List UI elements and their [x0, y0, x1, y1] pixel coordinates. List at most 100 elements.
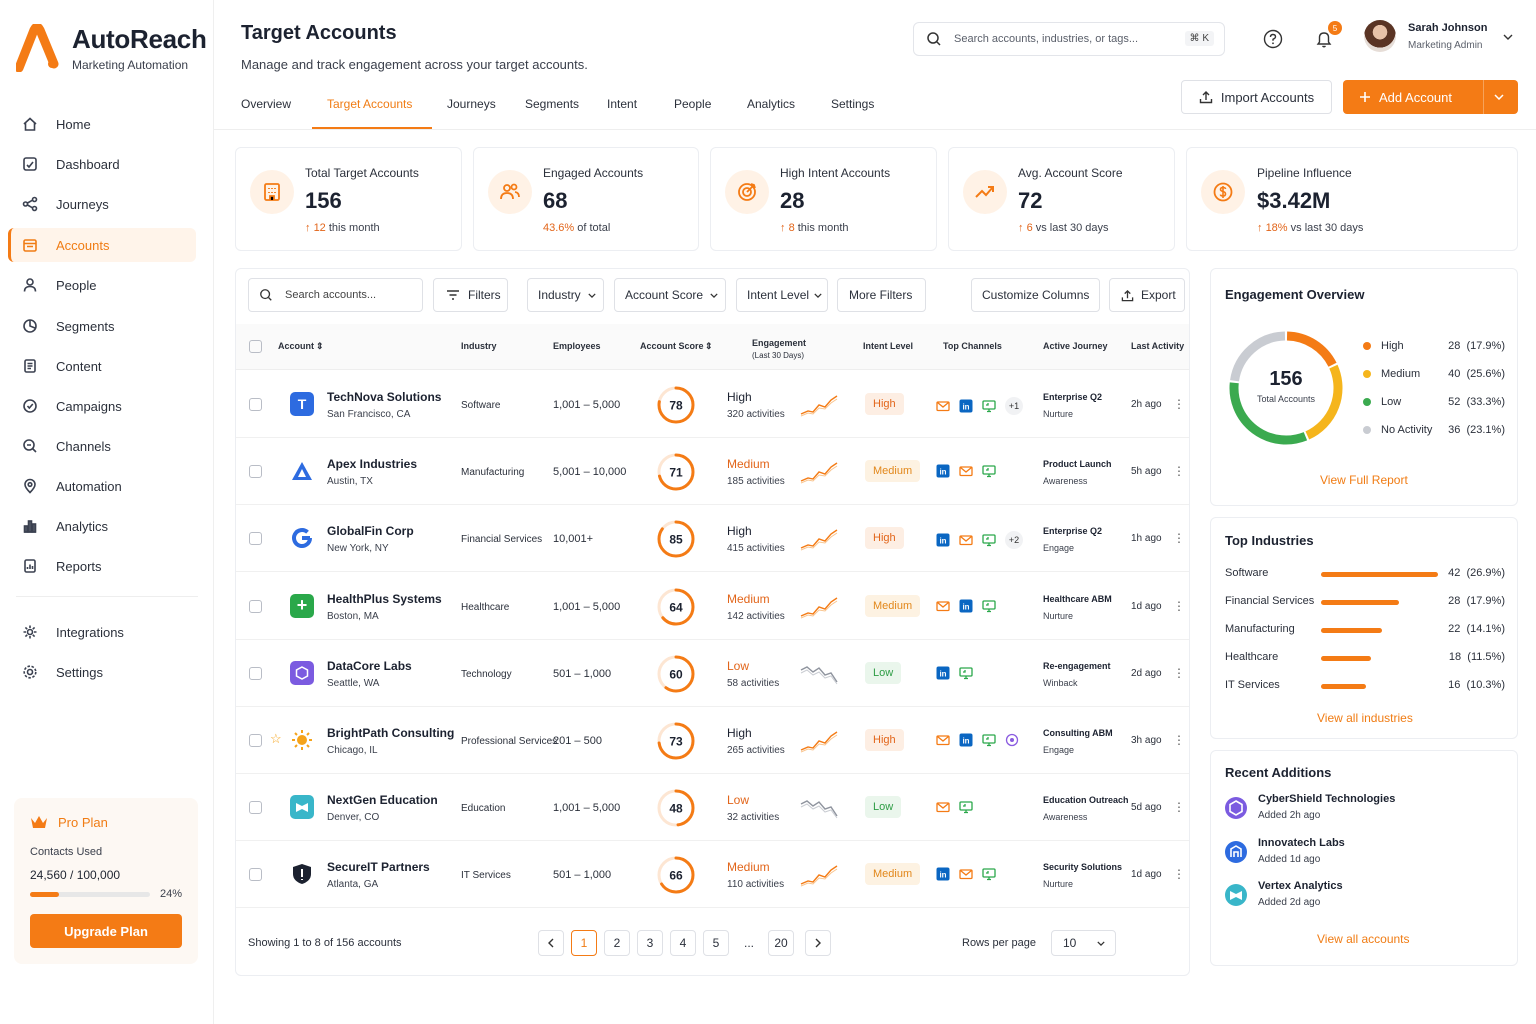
view-full-report-link[interactable]: View Full Report	[1320, 473, 1408, 487]
more-channels-badge[interactable]: +2	[1005, 531, 1023, 550]
tab-people[interactable]: People	[674, 97, 711, 111]
row-checkbox[interactable]	[249, 532, 262, 546]
page-4-button[interactable]: 4	[670, 930, 696, 956]
page-3-button[interactable]: 3	[637, 930, 663, 956]
active-journey-name[interactable]: Education Outreach	[1043, 795, 1129, 805]
prev-page-button[interactable]	[538, 930, 564, 956]
row-more-icon[interactable]: ⋮	[1173, 397, 1185, 411]
help-button[interactable]	[1261, 27, 1285, 51]
active-journey-name[interactable]: Consulting ABM	[1043, 728, 1113, 738]
add-account-button[interactable]: Add Account	[1343, 80, 1518, 114]
table-row[interactable]: ☆ BrightPath Consulting Chicago, IL Profess…	[236, 707, 1189, 774]
active-journey-name[interactable]: Security Solutions	[1043, 862, 1122, 872]
sort-icon[interactable]: ⇕	[316, 341, 324, 352]
row-checkbox[interactable]	[249, 666, 262, 680]
sidebar-item-settings[interactable]: Settings	[8, 655, 196, 689]
next-page-button[interactable]	[805, 930, 831, 956]
row-checkbox[interactable]	[249, 465, 262, 479]
account-name[interactable]: BrightPath Consulting	[327, 726, 454, 740]
upgrade-plan-button[interactable]: Upgrade Plan	[30, 914, 182, 948]
account-name[interactable]: DataCore Labs	[327, 659, 412, 673]
accounts-search-input[interactable]: Search accounts...	[248, 278, 423, 312]
sidebar-item-people[interactable]: People	[8, 268, 196, 302]
row-more-icon[interactable]: ⋮	[1173, 464, 1185, 478]
row-more-icon[interactable]: ⋮	[1173, 733, 1185, 747]
export-button[interactable]: Export	[1109, 278, 1185, 312]
tab-overview[interactable]: Overview	[241, 97, 291, 111]
active-journey-name[interactable]: Re-engagement	[1043, 661, 1111, 671]
column-account-score[interactable]: Account Score	[640, 341, 704, 351]
row-more-icon[interactable]: ⋮	[1173, 531, 1185, 545]
table-row[interactable]: DataCore Labs Seattle, WA Technology 501 – …	[236, 640, 1189, 707]
tab-settings[interactable]: Settings	[831, 97, 874, 111]
table-row[interactable]: T TechNova Solutions San Francisco, CA Soft…	[236, 371, 1189, 438]
table-row[interactable]: GlobalFin Corp New York, NY Financial Serv…	[236, 505, 1189, 573]
recent-account-name[interactable]: CyberShield Technologies	[1258, 793, 1395, 805]
sidebar-item-channels[interactable]: Channels	[8, 429, 196, 463]
view-all-industries-link[interactable]: View all industries	[1317, 711, 1413, 725]
sidebar-item-accounts[interactable]: Accounts	[8, 228, 196, 262]
row-more-icon[interactable]: ⋮	[1173, 599, 1185, 613]
table-row[interactable]: NextGen Education Denver, CO Education 1,00…	[236, 774, 1189, 842]
table-row[interactable]: SecureIT Partners Atlanta, GA IT Services 5…	[236, 841, 1189, 909]
sort-icon[interactable]: ⇕	[705, 341, 713, 352]
sidebar-item-integrations[interactable]: Integrations	[8, 615, 196, 649]
active-journey-name[interactable]: Product Launch	[1043, 459, 1112, 469]
industry-filter[interactable]: Industry	[527, 278, 604, 312]
chevron-down-icon[interactable]	[1503, 34, 1513, 40]
sidebar-item-reports[interactable]: Reports	[8, 549, 196, 583]
sidebar-item-automation[interactable]: Automation	[8, 469, 196, 503]
tab-journeys[interactable]: Journeys	[447, 97, 496, 111]
column-account[interactable]: Account	[278, 341, 314, 351]
sidebar-item-campaigns[interactable]: Campaigns	[8, 389, 196, 423]
view-all-accounts-link[interactable]: View all accounts	[1317, 932, 1410, 946]
row-checkbox[interactable]	[249, 801, 262, 815]
page-20-button[interactable]: 20	[768, 930, 794, 956]
sidebar-item-dashboard[interactable]: Dashboard	[8, 147, 196, 181]
page-2-button[interactable]: 2	[604, 930, 630, 956]
recent-account-item[interactable]: Vertex Analytics Added 2d ago	[1225, 880, 1505, 914]
more-channels-badge[interactable]: +1	[1005, 397, 1023, 415]
row-more-icon[interactable]: ⋮	[1173, 800, 1185, 814]
add-account-dropdown-icon[interactable]	[1494, 94, 1504, 100]
recent-account-item[interactable]: Innovatech Labs Added 1d ago	[1225, 837, 1505, 871]
filters-button[interactable]: Filters	[433, 278, 508, 312]
recent-account-item[interactable]: CyberShield Technologies Added 2h ago	[1225, 793, 1505, 827]
tab-intent[interactable]: Intent	[607, 97, 637, 111]
account-score-filter[interactable]: Account Score	[614, 278, 726, 312]
select-all-checkbox[interactable]	[249, 340, 262, 353]
row-checkbox[interactable]	[249, 868, 262, 882]
active-journey-name[interactable]: Healthcare ABM	[1043, 594, 1112, 604]
tab-segments[interactable]: Segments	[525, 97, 579, 111]
account-name[interactable]: Apex Industries	[327, 457, 417, 471]
row-checkbox[interactable]	[249, 599, 262, 613]
row-checkbox[interactable]	[249, 734, 262, 747]
table-row[interactable]: + HealthPlus Systems Boston, MA Healthcare 1…	[236, 573, 1189, 640]
avatar[interactable]	[1364, 20, 1396, 52]
account-name[interactable]: HealthPlus Systems	[327, 592, 442, 606]
active-journey-name[interactable]: Enterprise Q2	[1043, 526, 1102, 536]
rows-per-page-select[interactable]: 10	[1051, 930, 1116, 956]
star-icon[interactable]: ☆	[270, 731, 282, 747]
page-1-button[interactable]: 1	[571, 930, 597, 956]
sidebar-item-content[interactable]: Content	[8, 349, 196, 383]
more-filters-button[interactable]: More Filters	[837, 278, 926, 312]
tab-target-accounts[interactable]: Target Accounts	[327, 97, 412, 111]
account-name[interactable]: SecureIT Partners	[327, 860, 430, 874]
sidebar-item-segments[interactable]: Segments	[8, 309, 196, 343]
row-checkbox[interactable]	[249, 398, 262, 411]
row-more-icon[interactable]: ⋮	[1173, 666, 1185, 680]
sidebar-item-analytics[interactable]: Analytics	[8, 509, 196, 543]
import-accounts-button[interactable]: Import Accounts	[1181, 80, 1332, 114]
recent-account-name[interactable]: Vertex Analytics	[1258, 880, 1343, 892]
intent-level-filter[interactable]: Intent Level	[736, 278, 828, 312]
tab-analytics[interactable]: Analytics	[747, 97, 795, 111]
page-5-button[interactable]: 5	[703, 930, 729, 956]
account-name[interactable]: NextGen Education	[327, 793, 438, 807]
recent-account-name[interactable]: Innovatech Labs	[1258, 837, 1345, 849]
active-journey-name[interactable]: Enterprise Q2	[1043, 392, 1102, 402]
row-more-icon[interactable]: ⋮	[1173, 867, 1185, 881]
sidebar-item-journeys[interactable]: Journeys	[8, 187, 196, 221]
global-search-input[interactable]: Search accounts, industries, or tags... …	[913, 22, 1225, 56]
sidebar-item-home[interactable]: Home	[8, 107, 196, 141]
